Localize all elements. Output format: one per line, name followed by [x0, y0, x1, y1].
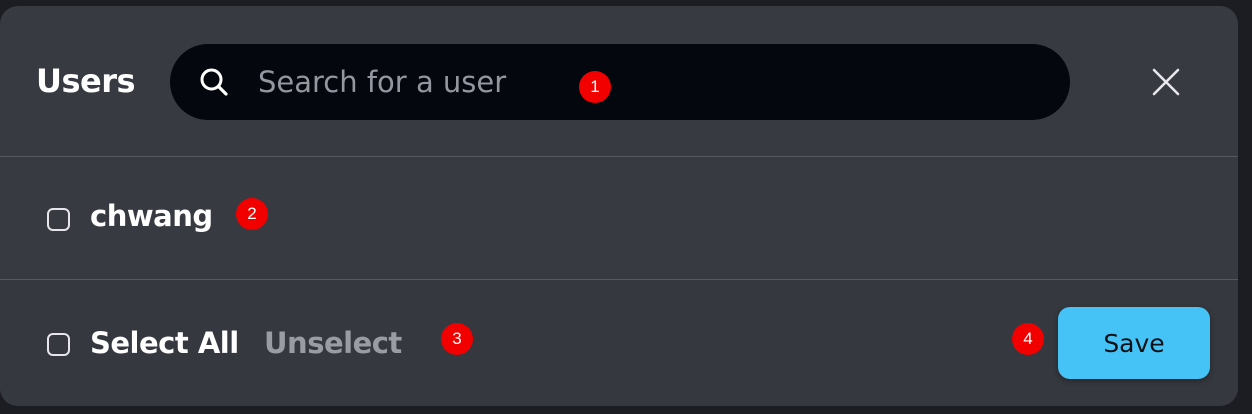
- search-bar[interactable]: [170, 44, 1070, 120]
- annotation-marker-3: 3: [441, 323, 473, 355]
- select-all-label[interactable]: Select All: [90, 326, 239, 360]
- user-checkbox[interactable]: [47, 208, 70, 231]
- user-name: chwang: [90, 199, 213, 233]
- save-button[interactable]: Save: [1058, 307, 1210, 379]
- users-dialog: Users chwang Select All Unselect Save: [0, 6, 1238, 406]
- search-input[interactable]: [258, 44, 1018, 120]
- annotation-marker-2: 2: [236, 198, 268, 230]
- unselect-button[interactable]: Unselect: [264, 326, 402, 360]
- search-icon: [198, 66, 230, 98]
- list-item[interactable]: chwang: [0, 157, 1238, 280]
- annotation-marker-1: 1: [579, 71, 611, 103]
- dialog-header: Users: [0, 6, 1238, 157]
- dialog-title: Users: [36, 62, 136, 100]
- dialog-footer: Select All Unselect Save: [0, 280, 1238, 406]
- select-all-checkbox[interactable]: [47, 333, 70, 356]
- close-icon[interactable]: [1148, 64, 1184, 100]
- annotation-marker-4: 4: [1012, 323, 1044, 355]
